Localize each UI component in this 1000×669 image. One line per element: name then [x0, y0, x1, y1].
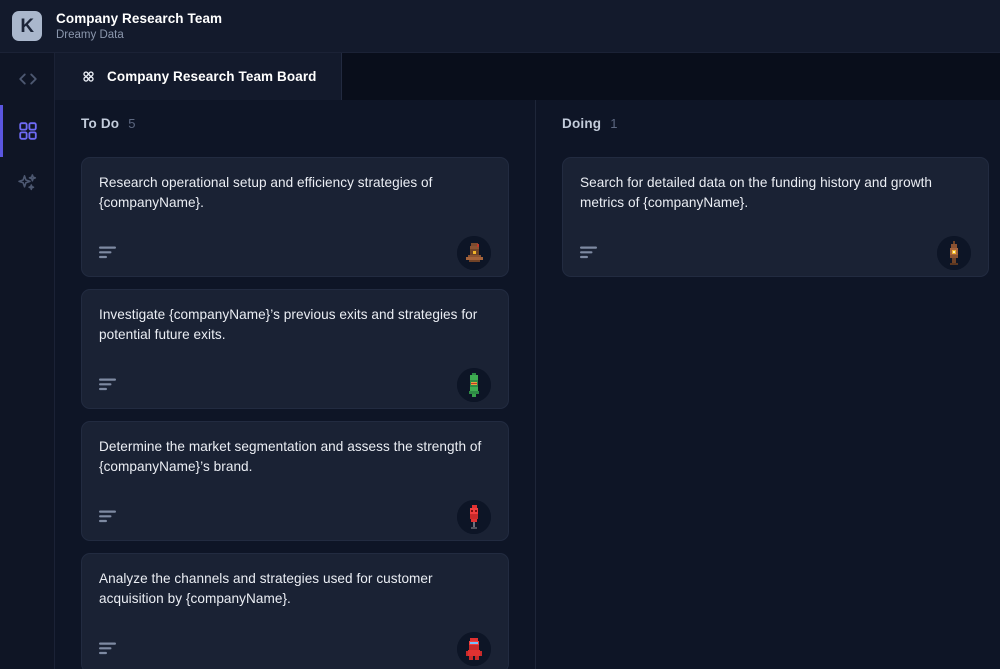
column-header: To Do 5 — [55, 116, 535, 140]
avatar-red-torch — [457, 500, 491, 534]
brand-logo[interactable]: K — [12, 11, 42, 41]
code-icon — [18, 73, 37, 85]
avatar-brown-hat — [457, 236, 491, 270]
avatar[interactable] — [457, 368, 491, 402]
avatar[interactable] — [937, 236, 971, 270]
card-footer — [99, 361, 491, 402]
tab-strip-empty-area — [341, 53, 1000, 100]
description-icon — [99, 378, 116, 391]
board-card[interactable]: Research operational setup and efficienc… — [81, 157, 509, 277]
card-footer — [99, 625, 491, 666]
card-footer — [580, 229, 971, 270]
board-card[interactable]: Search for detailed data on the funding … — [562, 157, 989, 277]
description-icon — [99, 246, 116, 259]
description-icon — [99, 642, 116, 655]
tab-company-research-team-board[interactable]: Company Research Team Board — [55, 53, 342, 100]
board-column-doing: Doing 1 Search for detailed data on the … — [535, 100, 1000, 669]
card-title: Investigate {companyName}’s previous exi… — [99, 307, 478, 342]
avatar-green-robot — [457, 368, 491, 402]
card-title: Search for detailed data on the funding … — [580, 175, 933, 210]
workspace-subtitle: Dreamy Data — [56, 28, 124, 41]
card-title: Research operational setup and efficienc… — [99, 175, 433, 210]
board-card[interactable]: Analyze the channels and strategies used… — [81, 553, 509, 669]
brand-logo-letter: K — [20, 15, 34, 37]
card-title: Analyze the channels and strategies used… — [99, 571, 433, 606]
board-icon — [18, 122, 37, 140]
description-icon — [99, 510, 116, 523]
card-footer — [99, 229, 491, 270]
column-card-list: Search for detailed data on the funding … — [536, 140, 1000, 277]
grid-dots-icon — [83, 71, 94, 82]
board-columns: To Do 5 Research operational setup and e… — [55, 100, 1000, 669]
avatar[interactable] — [457, 632, 491, 666]
board-card[interactable]: Investigate {companyName}’s previous exi… — [81, 289, 509, 409]
column-title: To Do — [81, 116, 120, 131]
avatar-red-suit — [457, 632, 491, 666]
tab-strip: Company Research Team Board — [55, 53, 1000, 100]
kanban-board-app: K Company Research Team Dreamy Data Comp… — [0, 0, 1000, 669]
sparkles-icon — [17, 174, 36, 191]
column-title: Doing — [562, 116, 602, 131]
workspace-title: Company Research Team — [56, 10, 223, 26]
column-card-list: Research operational setup and efficienc… — [55, 140, 535, 669]
tab-label: Company Research Team Board — [107, 69, 317, 84]
left-nav-rail — [0, 53, 55, 669]
brand-text-group: Company Research Team Dreamy Data — [56, 10, 222, 43]
sidebar-item-board[interactable] — [0, 105, 55, 157]
board-column-todo: To Do 5 Research operational setup and e… — [55, 100, 535, 669]
sidebar-item-code[interactable] — [0, 53, 55, 105]
sidebar-item-ai[interactable] — [0, 157, 55, 209]
column-header: Doing 1 — [536, 116, 1000, 140]
card-title: Determine the market segmentation and as… — [99, 439, 482, 474]
column-count: 1 — [610, 116, 618, 131]
card-footer — [99, 493, 491, 534]
app-header: K Company Research Team Dreamy Data — [0, 0, 1000, 53]
avatar[interactable] — [457, 500, 491, 534]
column-count: 5 — [128, 116, 136, 131]
description-icon — [580, 246, 597, 259]
avatar[interactable] — [457, 236, 491, 270]
avatar-brown-lamp — [937, 236, 971, 270]
board-card[interactable]: Determine the market segmentation and as… — [81, 421, 509, 541]
